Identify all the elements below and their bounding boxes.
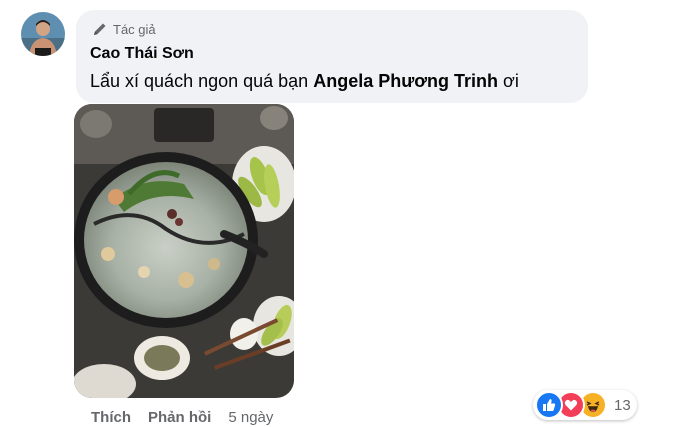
mention-link[interactable]: Angela Phương Trinh	[313, 71, 498, 91]
author-badge: Tác giả	[92, 20, 156, 38]
reply-button[interactable]: Phản hồi	[148, 409, 211, 426]
comment-text-before: Lẩu xí quách ngon quá bạn	[90, 71, 314, 91]
like-button[interactable]: Thích	[91, 409, 131, 426]
hotpot-photo	[74, 104, 294, 398]
pencil-icon	[94, 23, 106, 35]
author-name[interactable]: Cao Thái Sơn	[90, 45, 194, 63]
like-icon	[535, 391, 563, 419]
reaction-summary[interactable]: 13	[533, 390, 637, 420]
comment-text-after: ơi	[498, 71, 519, 91]
avatar-image	[21, 12, 65, 56]
comment-text: Lẩu xí quách ngon quá bạn Angela Phương …	[90, 71, 519, 92]
comment-photo[interactable]	[74, 104, 294, 398]
comment-timestamp[interactable]: 5 ngày	[228, 409, 273, 426]
reaction-count: 13	[614, 396, 631, 414]
comment-actions: Thích Phản hồi 5 ngày	[91, 407, 273, 427]
avatar[interactable]	[21, 12, 65, 56]
author-badge-label: Tác giả	[113, 21, 156, 37]
